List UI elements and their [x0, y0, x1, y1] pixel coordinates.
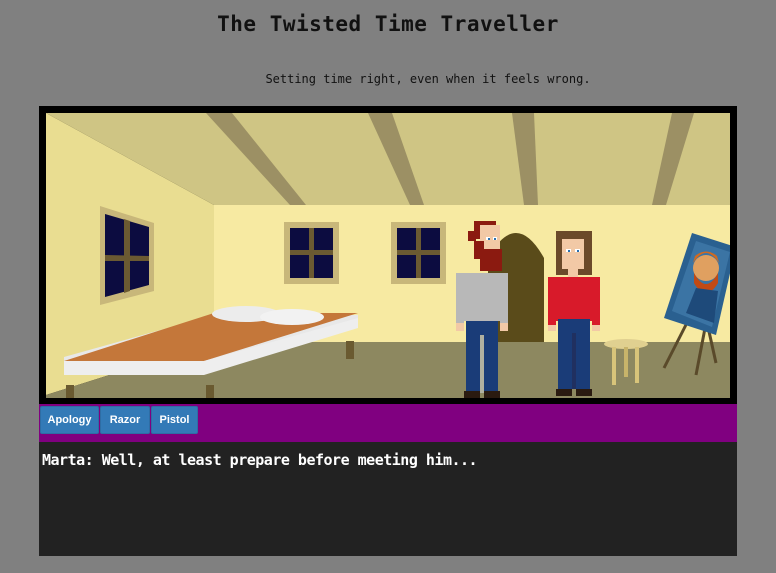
inventory-bar: Apology Razor Pistol	[39, 404, 737, 442]
dialog-box[interactable]: Marta: Well, at least prepare before mee…	[39, 442, 737, 556]
dialog-text: Marta: Well, at least prepare before mee…	[42, 451, 478, 469]
back-window	[391, 222, 446, 284]
game-subtitle: Setting time right, even when it feels w…	[265, 72, 591, 86]
game-title: The Twisted Time Traveller	[217, 12, 559, 36]
inventory-item-razor[interactable]: Razor	[100, 406, 150, 434]
game-viewport	[39, 106, 737, 404]
left-window	[100, 206, 154, 305]
inventory-item-pistol[interactable]: Pistol	[151, 406, 198, 434]
inventory-item-apology[interactable]: Apology	[40, 406, 99, 434]
back-window	[284, 222, 339, 284]
game-scene[interactable]	[46, 113, 730, 398]
